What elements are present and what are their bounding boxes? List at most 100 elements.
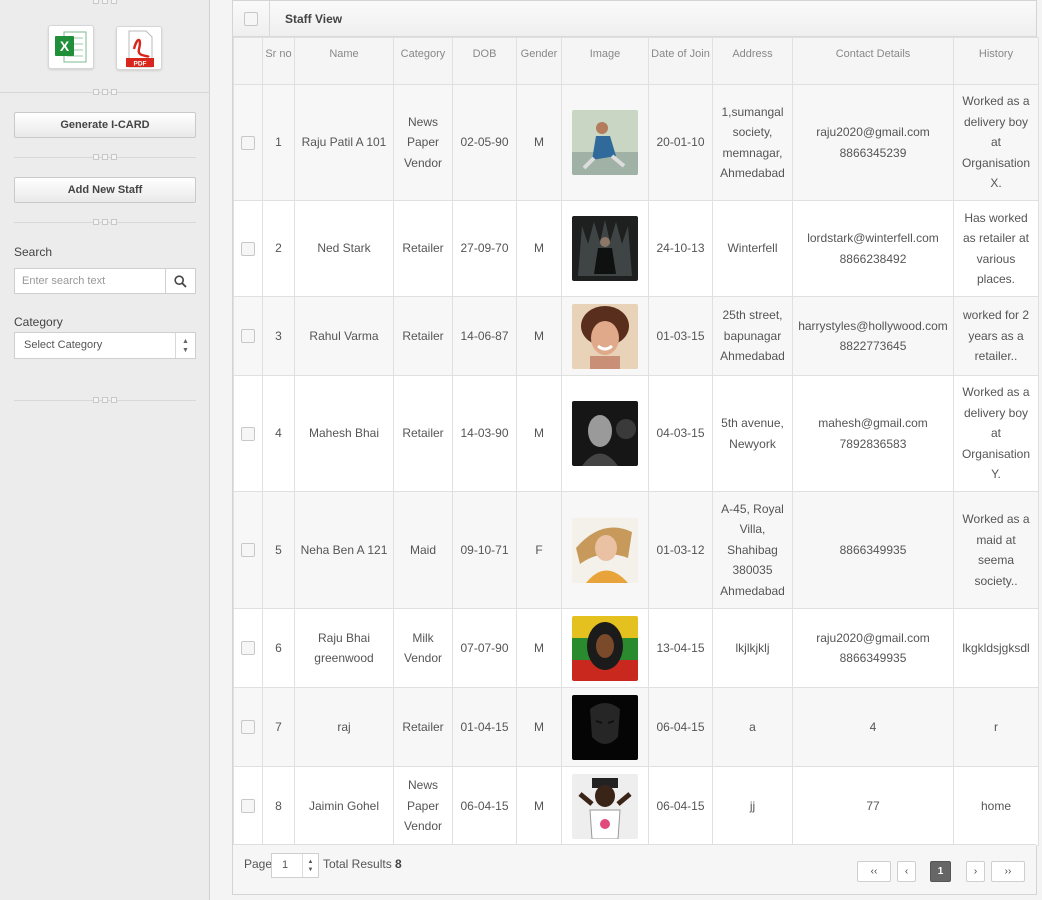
cell-history: home — [953, 766, 1039, 846]
row-checkbox-cell — [233, 687, 263, 767]
cell-address: lkjlkjklj — [712, 608, 793, 688]
sidebar-grip-top[interactable] — [0, 0, 210, 4]
staff-photo[interactable] — [572, 694, 638, 760]
pdf-export-icon[interactable]: PDF — [116, 26, 162, 70]
cell-date-of-join: 24-10-13 — [648, 200, 713, 297]
cell-sr: 3 — [262, 296, 295, 376]
select-all-cell — [233, 0, 270, 37]
staff-photo[interactable] — [572, 303, 638, 369]
staff-photo[interactable] — [572, 517, 638, 583]
table-row[interactable]: 6 Raju Bhai greenwood Milk Vendor 07-07-… — [233, 608, 1039, 688]
cell-image — [561, 375, 649, 492]
table-row[interactable]: 7 raj Retailer 01-04-15 M 06-04-15 a 4 r — [233, 687, 1039, 767]
prev-page-button[interactable]: ‹ — [897, 861, 916, 882]
cell-history: lkgkldsjgksdl — [953, 608, 1039, 688]
cell-address: 1,sumangal society, memnagar, Ahmedabad — [712, 84, 793, 201]
panel-title: Staff View — [285, 11, 343, 26]
staff-photo[interactable] — [572, 110, 638, 175]
next-page-button[interactable]: › — [966, 861, 985, 882]
total-results-count: 8 — [395, 857, 402, 871]
row-checkbox[interactable] — [241, 241, 255, 256]
column-header[interactable]: History — [953, 37, 1039, 85]
cell-dob: 27-09-70 — [452, 200, 517, 297]
search-button[interactable] — [165, 268, 196, 294]
cell-address: a — [712, 687, 793, 767]
cell-history: Worked as a delivery boy at Organisation… — [953, 375, 1039, 492]
cell-gender: M — [516, 687, 562, 767]
add-new-staff-button[interactable]: Add New Staff — [14, 177, 196, 203]
cell-date-of-join: 20-01-10 — [648, 84, 713, 201]
row-checkbox[interactable] — [241, 799, 255, 813]
page-number-stepper[interactable]: 1 ▲ ▼ — [271, 853, 319, 878]
row-checkbox[interactable] — [241, 426, 255, 441]
search-label: Search — [14, 245, 53, 259]
staff-photo[interactable] — [572, 216, 638, 281]
row-checkbox[interactable] — [241, 135, 255, 150]
category-select[interactable]: Select Category ▲ ▼ — [14, 332, 196, 359]
cell-dob: 14-06-87 — [452, 296, 517, 376]
select-all-checkbox[interactable] — [244, 11, 258, 26]
cell-date-of-join: 01-03-15 — [648, 296, 713, 376]
current-page-button[interactable]: 1 — [930, 861, 951, 882]
column-header[interactable]: Category — [393, 37, 453, 85]
cell-sr: 2 — [262, 200, 295, 297]
column-header[interactable]: Date of Join — [648, 37, 713, 85]
row-checkbox[interactable] — [241, 329, 255, 343]
cell-image — [561, 296, 649, 376]
table-row[interactable]: 1 Raju Patil A 101 News Paper Vendor 02-… — [233, 84, 1039, 201]
cell-name: Jaimin Gohel — [294, 766, 394, 846]
generate-icard-button[interactable]: Generate I-CARD — [14, 112, 196, 138]
cell-contact: 8866349935 — [792, 491, 954, 609]
cell-contact: raju2020@gmail.com 8866345239 — [792, 84, 954, 201]
table-row[interactable]: 2 Ned Stark Retailer 27-09-70 M 24-10-13… — [233, 200, 1039, 297]
column-header[interactable]: Name — [294, 37, 394, 85]
cell-gender: M — [516, 200, 562, 297]
cell-name: Ned Stark — [294, 200, 394, 297]
category-label: Category — [14, 315, 63, 329]
first-page-button[interactable]: ‹‹ — [857, 861, 891, 882]
cell-gender: M — [516, 766, 562, 846]
staff-photo[interactable] — [572, 773, 638, 839]
cell-name: Neha Ben A 121 — [294, 491, 394, 609]
search-icon — [174, 274, 187, 288]
column-header[interactable]: Sr no — [262, 37, 295, 85]
table-row[interactable]: 8 Jaimin Gohel News Paper Vendor 06-04-1… — [233, 766, 1039, 846]
cell-contact: raju2020@gmail.com 8866349935 — [792, 608, 954, 688]
cell-name: raj — [294, 687, 394, 767]
cell-category: News Paper Vendor — [393, 766, 453, 846]
row-checkbox[interactable] — [241, 641, 255, 655]
table-row[interactable]: 3 Rahul Varma Retailer 14-06-87 M 01-03-… — [233, 296, 1039, 376]
cell-dob: 06-04-15 — [452, 766, 517, 846]
table-row[interactable]: 4 Mahesh Bhai Retailer 14-03-90 M 04-03-… — [233, 375, 1039, 492]
stepper-arrows-icon[interactable]: ▲ ▼ — [302, 854, 318, 877]
cell-date-of-join: 06-04-15 — [648, 766, 713, 846]
sidebar-grip[interactable] — [0, 397, 210, 403]
column-header[interactable]: Address — [712, 37, 793, 85]
row-checkbox[interactable] — [241, 720, 255, 734]
cell-name: Raju Bhai greenwood — [294, 608, 394, 688]
sidebar-grip[interactable] — [0, 219, 210, 225]
cell-sr: 6 — [262, 608, 295, 688]
table-row[interactable]: 5 Neha Ben A 121 Maid 09-10-71 F 01-03-1… — [233, 491, 1039, 609]
row-checkbox[interactable] — [241, 543, 255, 557]
column-header[interactable]: Image — [561, 37, 649, 85]
cell-contact: lordstark@winterfell.com 8866238492 — [792, 200, 954, 297]
sidebar-grip[interactable] — [0, 154, 210, 160]
cell-sr: 7 — [262, 687, 295, 767]
excel-export-icon[interactable]: X — [48, 25, 94, 69]
staff-photo[interactable] — [572, 401, 638, 466]
cell-history: Worked as a maid at seema society.. — [953, 491, 1039, 609]
cell-name: Raju Patil A 101 — [294, 84, 394, 201]
sidebar-grip[interactable] — [0, 89, 210, 95]
staff-photo[interactable] — [572, 615, 638, 681]
cell-category: Retailer — [393, 375, 453, 492]
last-page-button[interactable]: ›› — [991, 861, 1025, 882]
column-header[interactable]: Contact Details — [792, 37, 954, 85]
cell-history: r — [953, 687, 1039, 767]
search-input[interactable]: Enter search text — [14, 268, 165, 294]
cell-category: News Paper Vendor — [393, 84, 453, 201]
column-header[interactable]: Gender — [516, 37, 562, 85]
column-header[interactable]: DOB — [452, 37, 517, 85]
total-results-label: Total Results — [323, 857, 392, 871]
cell-category: Milk Vendor — [393, 608, 453, 688]
